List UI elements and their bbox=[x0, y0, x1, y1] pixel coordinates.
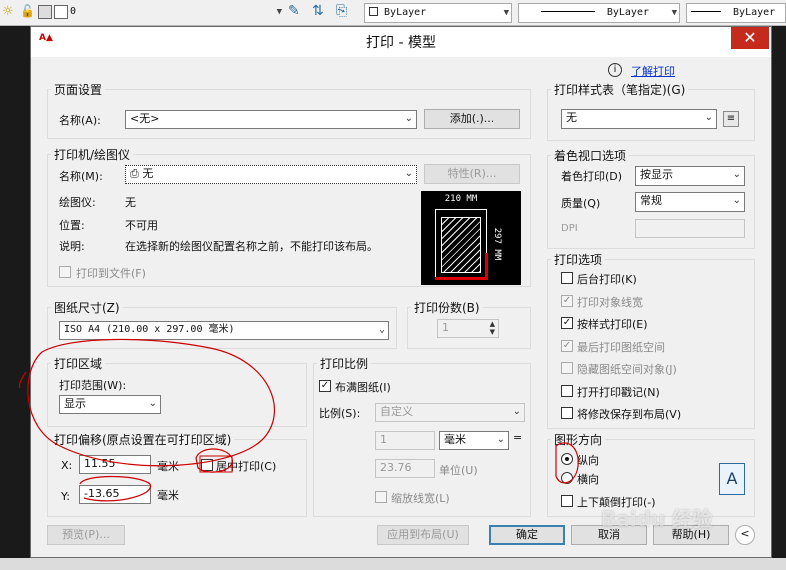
annotation-ellipse-large bbox=[27, 338, 276, 467]
annotation-stroke-left bbox=[18, 371, 27, 389]
annotation-overlay bbox=[18, 338, 579, 502]
annotation-box-center bbox=[199, 455, 233, 473]
status-strip bbox=[0, 558, 786, 570]
annotation-ellipse-orientation bbox=[555, 442, 579, 484]
annotation-ellipse-y bbox=[79, 475, 151, 502]
